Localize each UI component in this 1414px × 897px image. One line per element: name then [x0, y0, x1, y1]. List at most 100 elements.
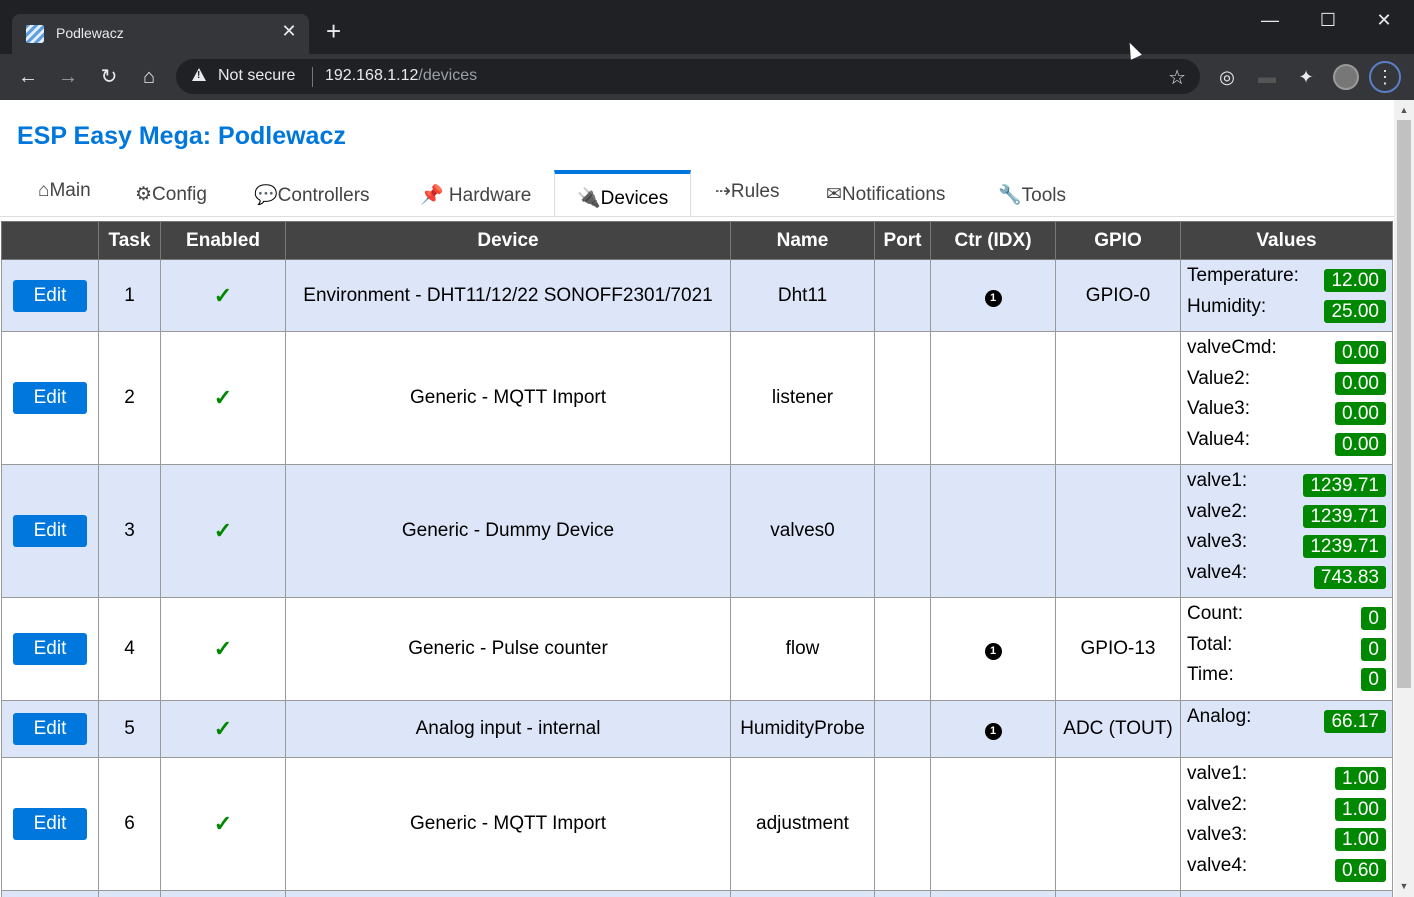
task-cell: 6	[98, 757, 161, 891]
value-row: valve1: 1239.71	[1187, 469, 1386, 500]
edit-button[interactable]: Edit	[13, 808, 87, 840]
device-cell: Generic - Pulse counter	[285, 597, 731, 701]
menu-item-tools[interactable]: 🔧Tools	[998, 183, 1066, 207]
header-values: Values	[1180, 221, 1393, 260]
new-tab-button[interactable]: +	[326, 18, 341, 44]
values-cell: valveCmd: 0.00 Value2: 0.00 Value3: 0.00 Value…	[1180, 331, 1393, 465]
value-row: Time: 0	[1187, 663, 1386, 694]
minimize-button[interactable]: —	[1247, 6, 1293, 36]
port-cell	[874, 700, 931, 758]
edit-button[interactable]: Edit	[13, 382, 87, 414]
browser-titlebar: Podlewacz ✕ + — ☐ ✕	[0, 0, 1414, 54]
menu-item-notifications[interactable]: ✉Notifications	[826, 183, 945, 206]
edit-cell: Edit	[1, 331, 99, 465]
menu-item-main[interactable]: ⌂Main	[38, 180, 91, 202]
enabled-cell: ✓	[160, 464, 286, 598]
value-row: valve2: 1239.71	[1187, 500, 1386, 531]
menu-item-controllers[interactable]: 💬Controllers	[254, 183, 370, 207]
page-title: ESP Easy Mega: Podlewacz	[17, 122, 346, 150]
not-secure-label[interactable]: Not secure	[218, 67, 295, 85]
table-row: Edit 6 ✓ Generic - MQTT Import adjustment val…	[1, 757, 1393, 891]
value-row: valveCmd: 0.00	[1187, 336, 1386, 367]
tab-close-icon[interactable]: ✕	[279, 21, 299, 42]
enabled-cell: ✓	[160, 757, 286, 891]
table-header-row: Task Enabled Device Name Port Ctr (IDX) …	[1, 221, 1393, 260]
browser-menu-icon[interactable]: ⋮	[1369, 61, 1401, 93]
name-cell: valves0	[730, 464, 875, 598]
scrollbar-thumb[interactable]	[1397, 120, 1411, 688]
forward-button[interactable]: →	[55, 64, 81, 90]
header-actions	[1, 221, 99, 260]
menu-item-hardware[interactable]: 📌 Hardware	[420, 183, 531, 207]
value-badge: 1.00	[1335, 828, 1386, 851]
reload-button[interactable]: ↻	[96, 64, 122, 90]
scroll-down-icon[interactable]: ▼	[1394, 878, 1414, 895]
task-cell: 2	[98, 331, 161, 465]
enabled-cell: ✓	[160, 700, 286, 758]
edit-cell: Edit	[1, 700, 99, 758]
value-name: Count:	[1187, 603, 1243, 624]
scroll-up-icon[interactable]: ▲	[1394, 102, 1414, 119]
url-path: /devices	[418, 67, 478, 84]
header-task: Task	[98, 221, 161, 260]
enabled-cell: ✓	[160, 597, 286, 701]
edit-cell: Edit	[1, 464, 99, 598]
address-bar[interactable]: Not secure 192.168.1.12/devices ☆	[176, 59, 1200, 94]
gpio-cell: GPIO-0	[1055, 259, 1181, 332]
value-badge: 1.00	[1335, 797, 1386, 821]
menu-item-rules[interactable]: ⇢Rules	[715, 180, 780, 203]
task-cell: 1	[98, 259, 161, 332]
value-name: valve4:	[1187, 854, 1248, 876]
url-text[interactable]: 192.168.1.12/devices	[325, 67, 477, 85]
bookmark-star-icon[interactable]: ☆	[1168, 65, 1186, 90]
value-name: valveCmd:	[1187, 337, 1277, 358]
controller-idx-icon: 1	[984, 723, 1002, 740]
value-row: valve4: 743.83	[1187, 561, 1386, 592]
values-cell: valve1: 1.00 valve2: 1.00 valve3: 1.00 valve4:…	[1180, 757, 1393, 891]
value-name: Value4:	[1187, 428, 1251, 450]
name-cell: HumidityProbe	[730, 700, 875, 758]
value-name: Temperature:	[1187, 265, 1299, 286]
port-cell	[874, 331, 931, 465]
close-window-button[interactable]: ✕	[1361, 6, 1407, 36]
ctr-idx-cell	[930, 757, 1056, 891]
value-row: valve1: 1.00	[1187, 762, 1386, 793]
ctr-idx-cell: 1	[930, 259, 1056, 332]
value-badge: 0	[1361, 607, 1386, 630]
gpio-cell: ADC (TOUT)	[1055, 700, 1181, 758]
ctr-idx-cell: 1	[930, 700, 1056, 758]
profile-avatar[interactable]	[1333, 64, 1359, 90]
value-badge: 0.00	[1335, 371, 1386, 395]
edit-button[interactable]: Edit	[13, 713, 87, 745]
table-body: Edit 1 ✓ Environment - DHT11/12/22 SONOFF23…	[1, 259, 1393, 897]
table-row: Edit 3 ✓ Generic - Dummy Device valves0 valve…	[1, 464, 1393, 598]
extensions-puzzle-icon[interactable]: ✦	[1293, 67, 1319, 88]
browser-tab[interactable]: Podlewacz ✕	[12, 14, 309, 54]
value-row: Humidity: 25.00	[1187, 295, 1386, 326]
extension-bar-icon[interactable]: ▬	[1254, 67, 1280, 88]
vertical-scrollbar[interactable]: ▲ ▼	[1394, 100, 1414, 897]
value-badge: 0	[1361, 668, 1386, 691]
value-badge: 1239.71	[1303, 504, 1386, 528]
value-badge: 12.00	[1324, 269, 1386, 292]
edit-button[interactable]: Edit	[13, 279, 87, 312]
extension-target-icon[interactable]: ◎	[1214, 67, 1240, 88]
header-enabled: Enabled	[160, 221, 286, 260]
gpio-cell	[1055, 464, 1181, 598]
gpio-cell	[1055, 331, 1181, 465]
menu-divider	[0, 216, 1394, 217]
menu-item-config[interactable]: ⚙Config	[135, 183, 207, 206]
value-badge: 25.00	[1324, 299, 1386, 323]
edit-button[interactable]: Edit	[13, 515, 87, 547]
home-button[interactable]: ⌂	[136, 64, 162, 90]
value-name: Value3:	[1187, 398, 1251, 419]
value-name: valve3:	[1187, 824, 1248, 845]
values-cell: Count: 0 Total: 0 Time: 0	[1180, 597, 1393, 701]
table-row: Edit 5 ✓ Analog input - internal HumidityPro…	[1, 700, 1393, 758]
menu-item-devices[interactable]: 🔌Devices	[554, 170, 692, 217]
enabled-check-icon: ✓	[213, 518, 233, 543]
edit-button[interactable]: Edit	[13, 633, 87, 665]
maximize-button[interactable]: ☐	[1305, 6, 1351, 36]
device-cell: Generic - Dummy Device	[285, 464, 731, 598]
back-button[interactable]: ←	[15, 64, 41, 90]
